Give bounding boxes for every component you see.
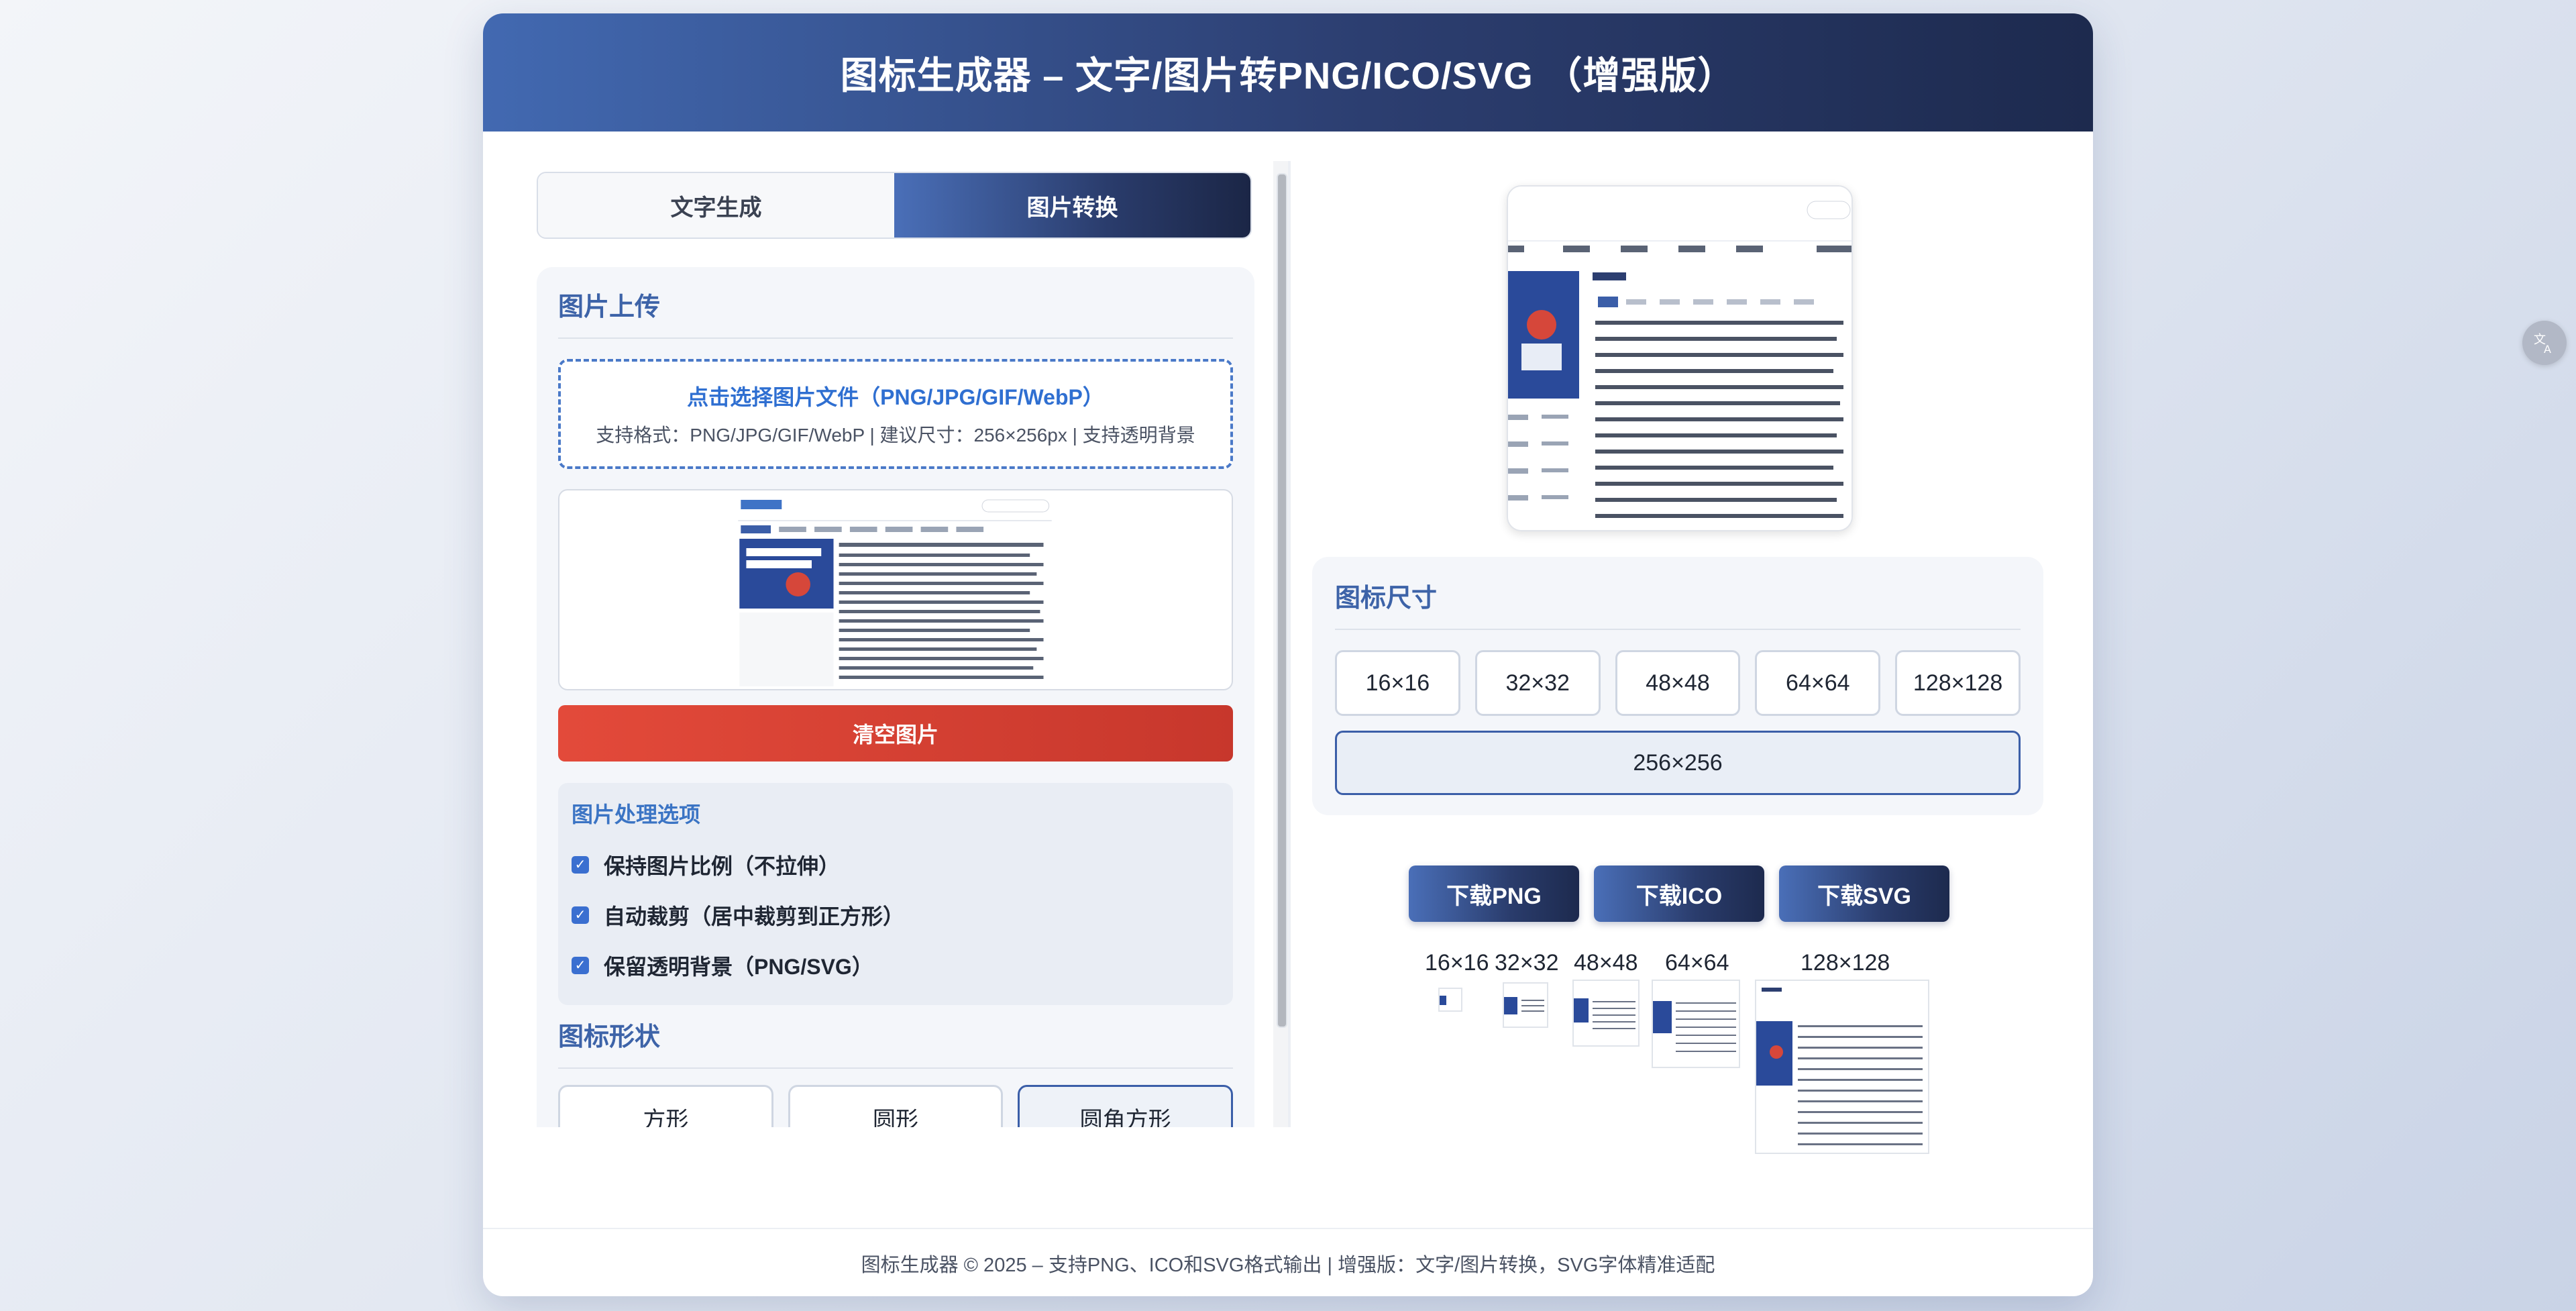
icon-preview-image [1508, 187, 1851, 530]
upload-hint: 支持格式：PNG/JPG/GIF/WebP | 建议尺寸：256×256px |… [596, 425, 1195, 445]
footer: 图标生成器 © 2025 – 支持PNG、ICO和SVG格式输出 | 增强版：文… [483, 1228, 2093, 1296]
checkbox-checked-icon[interactable]: ✓ [572, 855, 589, 874]
tab-text-generate[interactable]: 文字生成 [538, 173, 894, 238]
thumb-label-48: 48×48 [1574, 950, 1638, 976]
page-title: 图标生成器 – 文字/图片转PNG/ICO/SVG （增强版） [840, 54, 1736, 97]
translate-icon[interactable]: 文 A [2522, 321, 2567, 365]
app-window: 图标生成器 – 文字/图片转PNG/ICO/SVG （增强版） 文字生成 图片转… [483, 13, 2093, 1296]
app-header: 图标生成器 – 文字/图片转PNG/ICO/SVG （增强版） [483, 13, 2093, 132]
size-16-button[interactable]: 16×16 [1335, 650, 1460, 716]
download-png-button[interactable]: 下载PNG [1409, 866, 1579, 922]
shape-circle-button[interactable]: 圆形 [788, 1085, 1004, 1127]
upload-card: 图片上传 点击选择图片文件（PNG/JPG/GIF/WebP） 支持格式：PNG… [537, 267, 1254, 1127]
file-upload-dropzone[interactable]: 点击选择图片文件（PNG/JPG/GIF/WebP） 支持格式：PNG/JPG/… [558, 359, 1233, 469]
thumb-label-64: 64×64 [1665, 950, 1729, 976]
processing-options-title: 图片处理选项 [572, 802, 701, 827]
icon-thumb-48 [1572, 980, 1640, 1047]
icon-thumb-32 [1503, 982, 1548, 1028]
left-panel: 文字生成 图片转换 图片上传 点击选择图片文件（PNG/JPG/GIF/WebP… [537, 172, 1254, 1127]
tab-image-convert[interactable]: 图片转换 [894, 173, 1250, 238]
download-buttons: 下载PNG 下载ICO 下载SVG [1409, 866, 1949, 922]
checkbox-checked-icon[interactable]: ✓ [572, 956, 589, 974]
size-256-button[interactable]: 256×256 [1335, 731, 2021, 795]
size-64-button[interactable]: 64×64 [1755, 650, 1881, 716]
clear-image-button[interactable]: 清空图片 [558, 705, 1233, 762]
size-48-button[interactable]: 48×48 [1615, 650, 1741, 716]
size-32-button[interactable]: 32×32 [1474, 650, 1601, 716]
svg-text:A: A [2544, 343, 2551, 356]
shape-section-title: 图标形状 [558, 1009, 1233, 1069]
option-keep-ratio[interactable]: ✓ 保持图片比例（不拉伸） [572, 839, 1220, 890]
choose-file-label[interactable]: 点击选择图片文件（PNG/JPG/GIF/WebP） [687, 380, 1104, 411]
translate-glyph: 文 A [2534, 333, 2551, 356]
thumb-label-128: 128×128 [1801, 950, 1890, 976]
option-label: 保持图片比例（不拉伸） [604, 853, 841, 878]
download-svg-button[interactable]: 下载SVG [1779, 866, 1949, 922]
left-panel-scrollbar[interactable] [1273, 161, 1288, 1127]
scrollbar-thumb[interactable] [1277, 173, 1287, 1028]
icon-thumb-64 [1652, 980, 1740, 1068]
checkbox-checked-icon[interactable]: ✓ [572, 906, 589, 924]
download-ico-button[interactable]: 下载ICO [1594, 866, 1764, 922]
icon-preview-256 [1507, 185, 1853, 531]
option-label: 自动裁剪（居中裁剪到正方形） [604, 904, 905, 929]
size-section-title: 图标尺寸 [1335, 577, 2021, 630]
size-128-button[interactable]: 128×128 [1895, 650, 2021, 716]
option-keep-transparency[interactable]: ✓ 保留透明背景（PNG/SVG） [572, 940, 1220, 990]
size-options: 16×16 32×32 48×48 64×64 128×128 [1335, 650, 2021, 716]
icon-thumb-128 [1755, 980, 1929, 1154]
mode-tabs: 文字生成 图片转换 [537, 172, 1252, 239]
upload-section-title: 图片上传 [558, 286, 1233, 339]
panel-divider [1288, 161, 1291, 1127]
thumb-label-32: 32×32 [1495, 950, 1559, 976]
thumb-label-16: 16×16 [1425, 950, 1489, 976]
processing-options: 图片处理选项 ✓ 保持图片比例（不拉伸） ✓ 自动裁剪（居中裁剪到正方形） ✓ … [558, 783, 1233, 1005]
uploaded-image-preview [558, 489, 1233, 690]
option-label: 保留透明背景（PNG/SVG） [604, 954, 873, 979]
uploaded-image-thumbnail [735, 493, 1056, 689]
shape-square-button[interactable]: 方形 [558, 1085, 773, 1127]
icon-thumb-16 [1438, 988, 1462, 1012]
footer-text: 图标生成器 © 2025 – 支持PNG、ICO和SVG格式输出 | 增强版：文… [861, 1255, 1715, 1276]
size-card: 图标尺寸 16×16 32×32 48×48 64×64 128×128 256… [1312, 557, 2043, 815]
option-auto-crop[interactable]: ✓ 自动裁剪（居中裁剪到正方形） [572, 890, 1220, 940]
shape-rounded-button[interactable]: 圆角方形 [1018, 1085, 1234, 1127]
shape-options: 方形 圆形 圆角方形 [558, 1085, 1234, 1127]
